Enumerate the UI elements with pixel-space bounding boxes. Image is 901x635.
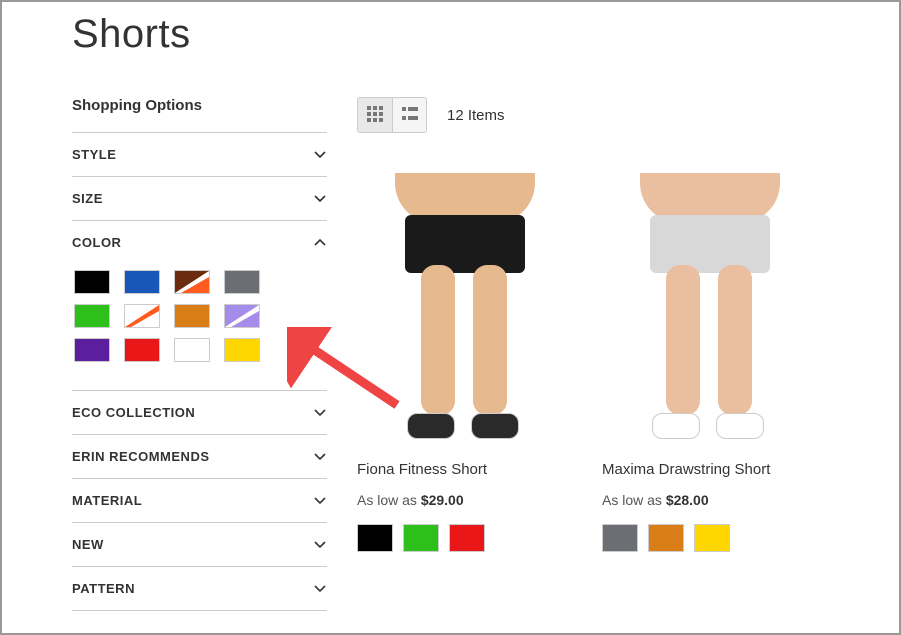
product-price: As low as $29.00 [357,492,572,508]
filter-new: NEW [72,523,327,567]
chevron-down-icon [313,538,327,552]
chevron-down-icon [313,494,327,508]
color-swatch-white[interactable] [174,338,210,362]
page-title: Shorts [72,12,829,57]
color-swatch-white-multi[interactable] [124,304,160,328]
color-swatch-brown-multi[interactable] [174,270,210,294]
product-swatch-red[interactable] [449,524,485,552]
product-swatch-green[interactable] [403,524,439,552]
product-swatch-gray[interactable] [602,524,638,552]
product-grid: Fiona Fitness Short As low as $29.00 Maxim… [357,173,829,552]
color-swatch-red[interactable] [124,338,160,362]
filter-size-label: SIZE [72,191,103,206]
filter-size: SIZE [72,177,327,221]
product-image[interactable] [357,173,572,443]
product-swatches [357,524,572,552]
grid-icon [367,106,383,125]
color-swatch-orange[interactable] [174,304,210,328]
color-swatch-lavender-multi[interactable] [224,304,260,328]
filter-style-header[interactable]: STYLE [72,133,327,176]
grid-view-button[interactable] [358,98,392,132]
filter-color-label: COLOR [72,235,121,250]
color-swatch-blue[interactable] [124,270,160,294]
color-swatch-black[interactable] [74,270,110,294]
product-card: Maxima Drawstring Short As low as $28.00 [602,173,817,552]
color-swatch-gray[interactable] [224,270,260,294]
chevron-down-icon [313,450,327,464]
filter-new-header[interactable]: NEW [72,523,327,566]
item-count: 12 Items [447,107,505,124]
price-amount: $29.00 [421,492,464,508]
product-card: Fiona Fitness Short As low as $29.00 [357,173,572,552]
product-swatches [602,524,817,552]
product-swatch-black[interactable] [357,524,393,552]
color-swatch-grid [72,264,327,390]
filter-pattern-label: PATTERN [72,581,135,596]
color-swatch-purple[interactable] [74,338,110,362]
filter-style-label: STYLE [72,147,116,162]
product-swatch-yellow[interactable] [694,524,730,552]
price-prefix: As low as [602,492,666,508]
filter-erin: ERIN RECOMMENDS [72,435,327,479]
color-swatch-green[interactable] [74,304,110,328]
toolbar: 12 Items [357,97,829,133]
filter-material-header[interactable]: MATERIAL [72,479,327,522]
filter-pattern-header[interactable]: PATTERN [72,567,327,610]
filter-material: MATERIAL [72,479,327,523]
filter-eco-label: ECO COLLECTION [72,405,195,420]
chevron-down-icon [313,192,327,206]
product-swatch-orange[interactable] [648,524,684,552]
chevron-down-icon [313,406,327,420]
view-toggle [357,97,427,133]
main: 12 Items Fiona Fitness Short As low as $2… [357,97,829,611]
chevron-down-icon [313,148,327,162]
chevron-down-icon [313,582,327,596]
filter-color-header[interactable]: COLOR [72,221,327,264]
filter-erin-header[interactable]: ERIN RECOMMENDS [72,435,327,478]
list-icon [402,106,418,125]
filter-new-label: NEW [72,537,104,552]
filter-color: COLOR [72,221,327,391]
chevron-up-icon [313,236,327,250]
sidebar: Shopping Options STYLE SIZE COLOR [72,97,327,611]
product-name[interactable]: Fiona Fitness Short [357,461,572,478]
filter-material-label: MATERIAL [72,493,142,508]
filter-eco: ECO COLLECTION [72,391,327,435]
app-frame: Shorts Shopping Options STYLE SIZE [2,2,899,633]
sidebar-title: Shopping Options [72,97,327,133]
price-prefix: As low as [357,492,421,508]
filter-eco-header[interactable]: ECO COLLECTION [72,391,327,434]
filter-erin-label: ERIN RECOMMENDS [72,449,210,464]
color-swatch-yellow[interactable] [224,338,260,362]
layout: Shopping Options STYLE SIZE COLOR [72,97,829,611]
list-view-button[interactable] [392,98,426,132]
product-price: As low as $28.00 [602,492,817,508]
filter-pattern: PATTERN [72,567,327,611]
filter-size-header[interactable]: SIZE [72,177,327,220]
price-amount: $28.00 [666,492,709,508]
filter-style: STYLE [72,133,327,177]
content: Shorts Shopping Options STYLE SIZE [2,2,899,611]
product-image[interactable] [602,173,817,443]
product-name[interactable]: Maxima Drawstring Short [602,461,817,478]
